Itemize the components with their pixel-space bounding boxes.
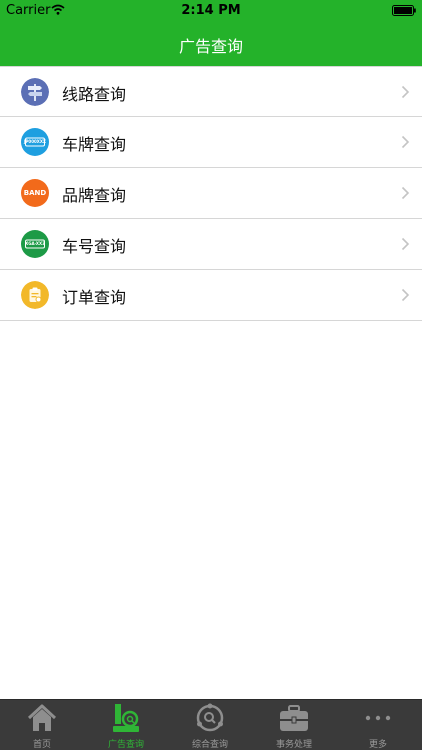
chevron-right-icon [401, 135, 410, 149]
tab-label-combined-search: 综合查询 [191, 740, 228, 750]
brand-icon: BAND [21, 179, 49, 207]
chevron-right-icon [401, 186, 410, 200]
tab-more[interactable]: 更多 [336, 700, 420, 750]
license-plate-icon: JP000XXX [21, 128, 49, 156]
home-icon [27, 704, 57, 731]
list-item-route-query[interactable]: 线路查询 [0, 66, 422, 117]
status-time: 2:14 PM [181, 3, 241, 18]
page-title: 广告查询 [178, 37, 243, 56]
status-bar: Carrier 2:14 PM [0, 0, 422, 22]
signpost-icon [21, 78, 49, 106]
item-label-route: 线路查询 [62, 85, 127, 104]
battery-icon [392, 5, 416, 16]
tab-bar: 首页 广告查询 综合查询 事务处理 更多 [0, 699, 422, 750]
chevron-right-icon [401, 85, 410, 99]
more-icon [365, 715, 391, 721]
item-label-bus-number: 车号查询 [62, 237, 127, 256]
screen: Carrier 2:14 PM 广告查询 线路查询 JP000XXX 车牌查询 … [0, 0, 422, 750]
tab-home[interactable]: 首页 [0, 700, 84, 750]
bus-number-icon: XGA-XX3 [21, 230, 49, 258]
item-label-plate: 车牌查询 [62, 135, 127, 154]
item-label-brand: 品牌查询 [62, 186, 127, 205]
brand-icon-text: BAND [23, 189, 47, 197]
list-item-order-query[interactable]: 订单查询 [0, 270, 422, 321]
tab-label-home: 首页 [32, 740, 51, 750]
tab-affairs[interactable]: 事务处理 [252, 700, 336, 750]
item-label-order: 订单查询 [62, 288, 127, 307]
order-clipboard-icon [21, 281, 49, 309]
bus-number-icon-text: XGA-XX3 [25, 241, 45, 246]
header: Carrier 2:14 PM 广告查询 [0, 0, 422, 66]
tab-ad-search[interactable]: 广告查询 [84, 700, 168, 750]
chevron-right-icon [401, 237, 410, 251]
tab-label-more: 更多 [368, 740, 387, 750]
list-item-bus-number-query[interactable]: XGA-XX3 车号查询 [0, 219, 422, 270]
tab-combined-search[interactable]: 综合查询 [168, 700, 252, 750]
combined-search-icon [196, 703, 224, 732]
tab-label-affairs: 事务处理 [275, 740, 312, 750]
briefcase-icon [280, 705, 308, 731]
license-plate-icon-text: JP000XXX [23, 139, 47, 144]
list-item-plate-query[interactable]: JP000XXX 车牌查询 [0, 117, 422, 168]
query-menu-list: 线路查询 JP000XXX 车牌查询 BAND 品牌查询 XGA-XX3 车号查… [0, 66, 422, 321]
chevron-right-icon [401, 288, 410, 302]
list-item-brand-query[interactable]: BAND 品牌查询 [0, 168, 422, 219]
ad-search-icon [113, 704, 139, 732]
tab-label-ad-search: 广告查询 [107, 740, 144, 750]
